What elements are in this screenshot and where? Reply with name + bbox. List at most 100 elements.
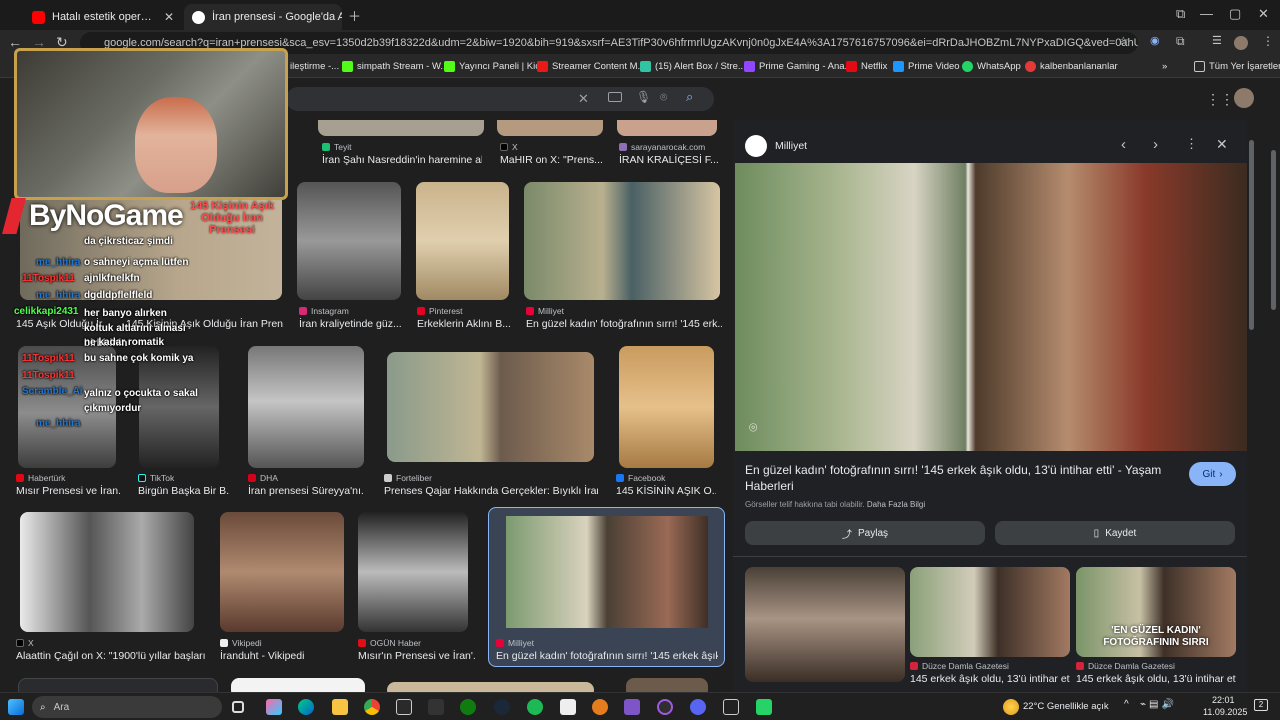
edge-icon[interactable] [298,699,314,715]
weather-text[interactable]: 22°C Genellikle açık [1023,701,1109,712]
page-scrollbar[interactable] [1271,150,1276,310]
image-result[interactable] [297,182,401,300]
notification-icon[interactable]: 2 [1254,699,1268,711]
steam-icon[interactable] [494,699,510,715]
image-result[interactable] [619,346,714,468]
clock-date[interactable]: 11.09.2025 [1203,707,1247,717]
windows-start-icon[interactable] [8,699,24,715]
bookmark-item[interactable]: Yayıncı Paneli | Kick [444,61,545,72]
spotify-icon[interactable] [527,699,543,715]
bookmark-item[interactable]: (15) Alert Box / Stre... [640,61,746,72]
voice-search-icon[interactable]: 🎙 [636,90,651,104]
capcut-icon[interactable] [560,699,576,715]
bookmark-item[interactable]: Prime Video [893,61,960,72]
result-title[interactable]: İran prensesi Süreyya'nı... [248,485,364,497]
image-result[interactable] [497,120,603,136]
close-tab-icon[interactable]: ✕ [164,10,174,24]
result-title[interactable]: 145 erkek âşık oldu, 13'ü intihar ett... [1076,673,1236,685]
clear-icon[interactable]: ✕ [578,91,589,107]
image-result[interactable] [524,182,720,300]
close-window-icon[interactable]: ✕ [1258,6,1269,22]
image-result[interactable] [18,678,218,692]
bookmarks-overflow-icon[interactable]: » [1162,61,1167,72]
app-icon[interactable] [624,699,640,715]
image-result[interactable] [387,352,594,462]
result-title[interactable]: 145 KİSİNİN AŞIK O... [616,485,716,497]
app-icon[interactable] [723,699,739,715]
result-title[interactable]: İRAN KRALİÇESİ F... [619,154,719,166]
clock-time[interactable]: 22:01 [1212,695,1235,705]
result-title[interactable]: Birgün Başka Bir B... [138,485,230,497]
visit-button[interactable]: Git › [1189,462,1236,486]
search-icon[interactable]: ⌕ [686,89,693,105]
result-title[interactable]: Prenses Qajar Hakkında Gerçekler: Bıyıkl… [384,485,598,497]
image-result[interactable] [220,512,344,632]
previous-icon[interactable]: ‹ [1121,136,1126,153]
image-result[interactable] [617,120,717,136]
keyboard-icon[interactable] [608,92,622,102]
learn-more-link[interactable]: Daha Fazla Bilgi [867,500,925,509]
image-result[interactable] [318,120,484,136]
epic-games-icon[interactable] [396,699,412,715]
result-title[interactable]: İran kraliyetinde güz... [299,318,403,330]
bookmark-item[interactable]: Prime Gaming - Ana... [744,61,852,72]
result-title[interactable]: Mısır'ın Prensesi ve İran'... [358,650,476,662]
image-result[interactable] [20,512,194,632]
next-icon[interactable]: › [1153,136,1158,153]
bookmark-star-icon[interactable]: ☆ [1118,34,1129,48]
maximize-icon[interactable]: ▢ [1229,6,1241,22]
task-view-icon[interactable] [232,701,244,713]
bookmark-item[interactable]: Netflix [846,61,887,72]
extensions-puzzle-icon[interactable]: ⧉ [1176,34,1185,49]
more-options-icon[interactable]: ⋮ [1185,136,1198,152]
result-title[interactable]: Alaattin Çağıl on X: "1900'lü yıllar baş… [16,650,206,662]
media-icon[interactable]: ☰ [1212,34,1222,47]
result-title[interactable]: MaHIR on X: "Prens... [500,154,608,166]
apps-grid-icon[interactable]: ⋮⋮ [1206,91,1234,108]
obs-icon[interactable] [657,699,673,715]
bookmark-item[interactable]: Streamer Content M... [537,61,645,72]
tray-icons[interactable]: ⌁▤🔊 [1140,699,1177,710]
share-button[interactable]: ⤴ Paylaş [745,521,985,545]
result-title[interactable]: 145 erkek âşık oldu, 13'ü intihar ett... [910,673,1070,685]
result-title[interactable]: En güzel kadın' fotoğrafının sırrı! '145… [496,650,718,662]
related-image[interactable] [745,567,905,682]
save-button[interactable]: ▯ Kaydet [995,521,1235,545]
panel-source[interactable]: Milliyet [775,140,807,152]
copilot-icon[interactable] [266,699,282,715]
related-image[interactable] [910,567,1070,657]
image-result[interactable] [626,678,708,692]
close-panel-icon[interactable]: ✕ [1216,136,1228,153]
tab-iran-prensesi[interactable]: İran prensesi - Google'da Ara ✕ [184,4,342,30]
profile-avatar[interactable] [1234,36,1248,50]
related-image[interactable]: 'EN GÜZEL KADIN' FOTOĞRAFININ SIRRI [1076,567,1236,657]
image-result[interactable] [358,512,468,632]
image-result[interactable] [416,182,509,300]
bookmark-item[interactable]: ileştirme -... [290,61,339,72]
result-title[interactable]: İran Şahı Nasreddin'in haremine alt... [322,154,482,166]
preview-image[interactable]: ⌾ [735,163,1247,451]
file-explorer-icon[interactable] [332,699,348,715]
whatsapp-icon[interactable] [756,699,772,715]
minimize-icon[interactable]: — [1200,6,1213,21]
extension-icon[interactable]: ◉ [1150,34,1160,47]
bookmark-item[interactable]: simpath Stream - W... [342,61,448,72]
search-input[interactable]: ✕ 🎙 ⌾ ⌕ [286,87,714,111]
tray-chevron-icon[interactable]: ^ [1124,699,1129,710]
tab-hatali-estetik[interactable]: Hatalı estetik operasyonları: Mı ✕ [24,4,182,30]
image-result[interactable] [231,678,365,692]
lens-search-icon[interactable]: ⌾ [749,419,757,436]
scrollbar[interactable] [1249,140,1254,330]
taskbar-search[interactable]: ⌕ Ara [32,696,222,718]
bookmark-item[interactable]: kalbenbanlananlar [1025,61,1118,72]
menu-icon[interactable]: ⋮ [1262,34,1274,48]
image-result[interactable] [248,346,364,468]
bookmark-item[interactable]: WhatsApp [962,61,1021,72]
all-bookmarks[interactable]: Tüm Yer İşaretleri [1194,61,1280,72]
discord-icon[interactable] [690,699,706,715]
xbox-icon[interactable] [460,699,476,715]
app-icon[interactable] [592,699,608,715]
lens-icon[interactable]: ⌾ [660,90,667,105]
result-title[interactable]: En güzel kadın' fotoğrafının sırrı! '145… [526,318,722,330]
chrome-icon[interactable] [364,699,380,715]
